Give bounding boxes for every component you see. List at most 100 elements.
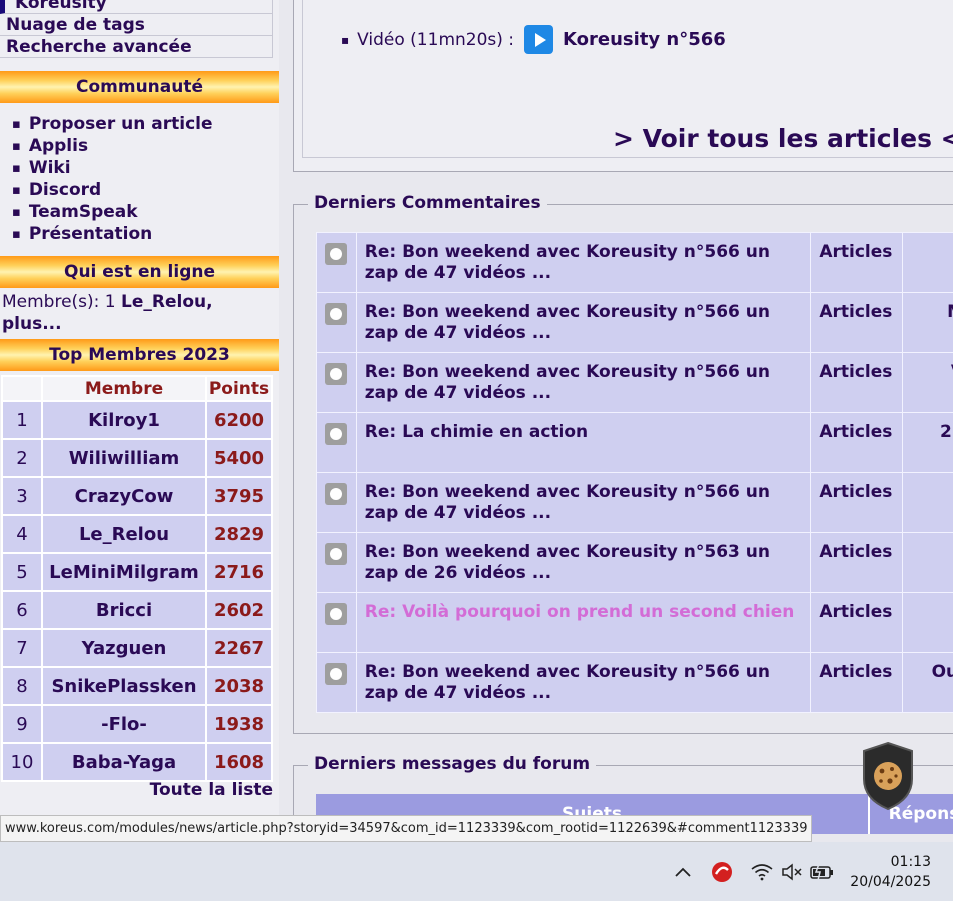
cookie-consent-icon[interactable]: [860, 741, 916, 811]
comment-icon: [325, 363, 348, 385]
table-header-row: Membre Points: [1, 375, 273, 402]
taskbar-clock[interactable]: 01:13 20/04/2025: [850, 852, 931, 892]
table-row: 9 -Flo- 1938: [1, 704, 273, 744]
top-members-title: Top Membres 2023: [0, 339, 279, 371]
points-cell: 6200: [205, 400, 273, 440]
main-content: ▪ Vidéo (11mn20s) : Koreusity n°566 > Vo…: [279, 0, 953, 845]
member-name-link[interactable]: Kilroy1: [41, 400, 207, 440]
member-name-link[interactable]: Wiliwilliam: [41, 438, 207, 478]
comments-box: Derniers Commentaires Re: Bon weekend av…: [293, 193, 953, 734]
wifi-icon[interactable]: [747, 842, 777, 901]
comment-icon-cell: [316, 412, 357, 473]
member-name-link[interactable]: -Flo-: [41, 704, 207, 744]
clock-date: 20/04/2025: [850, 874, 931, 890]
nav-item-advanced-search[interactable]: Recherche avancée: [0, 36, 273, 58]
antivirus-icon[interactable]: [707, 842, 737, 901]
table-row: 2 Wiliwilliam 5400: [1, 438, 273, 478]
top-members-table: Membre Points 1 Kilroy1 6200 2 Wiliwilliam 54…: [1, 375, 273, 782]
rank-cell: 10: [1, 742, 43, 782]
points-cell: 2038: [205, 666, 273, 706]
comment-title-link[interactable]: Re: Bon weekend avec Koreusity n°566 un …: [355, 292, 812, 353]
comment-title-link[interactable]: Re: La chimie en action: [355, 412, 812, 473]
comment-icon: [325, 243, 348, 265]
video-line: ▪ Vidéo (11mn20s) : Koreusity n°566: [341, 25, 726, 54]
nav-item-koreusity[interactable]: Koreusity: [0, 0, 273, 14]
rank-cell: 2: [1, 438, 43, 478]
online-more-link[interactable]: plus...: [2, 314, 62, 334]
comment-title-link[interactable]: Re: Bon weekend avec Koreusity n°566 un …: [355, 472, 812, 533]
comment-category-link[interactable]: Articles: [810, 592, 904, 653]
member-name-link[interactable]: LeMiniMilgram: [41, 552, 207, 592]
rank-cell: 5: [1, 552, 43, 592]
video-label: Vidéo (11mn20s) :: [357, 29, 515, 50]
comment-extra-cell: V: [902, 352, 953, 413]
comment-category-link[interactable]: Articles: [810, 232, 904, 293]
video-title-link[interactable]: Koreusity n°566: [563, 29, 726, 50]
comment-extra-cell: Oui: [902, 652, 953, 713]
community-title: Communauté: [0, 71, 279, 103]
points-cell: 2716: [205, 552, 273, 592]
see-all-articles-link[interactable]: > Voir tous les articles <: [613, 124, 953, 153]
table-row: 7 Yazguen 2267: [1, 628, 273, 668]
bullet-icon: ▪: [341, 32, 350, 47]
member-header: Membre: [41, 375, 207, 402]
nav-item-tag-cloud[interactable]: Nuage de tags: [0, 14, 273, 36]
online-info: Membre(s): 1 Le_Relou, plus...: [2, 291, 272, 335]
comment-title-link[interactable]: Re: Bon weekend avec Koreusity n°566 un …: [355, 652, 812, 713]
comments-body: Re: Bon weekend avec Koreusity n°566 un …: [316, 232, 953, 713]
clock-time: 01:13: [890, 854, 931, 870]
member-name-link[interactable]: SnikePlassken: [41, 666, 207, 706]
comment-icon: [325, 603, 348, 625]
community-item-discord[interactable]: Discord: [12, 179, 213, 201]
community-item-presentation[interactable]: Présentation: [12, 223, 213, 245]
member-name-link[interactable]: Yazguen: [41, 628, 207, 668]
comment-icon-cell: [316, 352, 357, 413]
comment-category-link[interactable]: Articles: [810, 292, 904, 353]
points-cell: 2602: [205, 590, 273, 630]
comment-icon-cell: [316, 472, 357, 533]
member-name-link[interactable]: CrazyCow: [41, 476, 207, 516]
table-row: Re: Bon weekend avec Koreusity n°566 un …: [316, 652, 953, 713]
play-icon[interactable]: [524, 25, 554, 54]
comment-icon-cell: [316, 232, 357, 293]
chevron-up-icon[interactable]: [668, 842, 698, 901]
online-title: Qui est en ligne: [0, 256, 279, 288]
community-item-propose-article[interactable]: Proposer un article: [12, 113, 213, 135]
comment-category-link[interactable]: Articles: [810, 652, 904, 713]
community-item-wiki[interactable]: Wiki: [12, 157, 213, 179]
taskbar: 01:13 20/04/2025: [0, 842, 953, 901]
comment-title-link[interactable]: Re: Bon weekend avec Koreusity n°566 un …: [355, 232, 812, 293]
rank-cell: 3: [1, 476, 43, 516]
rank-cell: 1: [1, 400, 43, 440]
table-row: Re: Bon weekend avec Koreusity n°566 un …: [316, 292, 953, 353]
comment-category-link[interactable]: Articles: [810, 352, 904, 413]
comment-title-link[interactable]: Re: Bon weekend avec Koreusity n°563 un …: [355, 532, 812, 593]
comment-icon: [325, 303, 348, 325]
online-count-label: Membre(s): 1: [2, 292, 116, 312]
full-list-link[interactable]: Toute la liste: [150, 780, 273, 800]
comment-title-link[interactable]: Re: Voilà pourquoi on prend un second ch…: [355, 592, 812, 653]
forum-title: Derniers messages du forum: [308, 754, 597, 774]
community-list: Proposer un article Applis Wiki Discord …: [12, 113, 213, 245]
comment-category-link[interactable]: Articles: [810, 472, 904, 533]
community-item-applis[interactable]: Applis: [12, 135, 213, 157]
member-name-link[interactable]: Le_Relou: [41, 514, 207, 554]
member-name-link[interactable]: Baba-Yaga: [41, 742, 207, 782]
online-member-link[interactable]: Le_Relou,: [121, 292, 213, 312]
points-cell: 3795: [205, 476, 273, 516]
comments-table: Re: Bon weekend avec Koreusity n°566 un …: [316, 232, 953, 713]
comments-title: Derniers Commentaires: [308, 193, 547, 213]
points-cell: 2829: [205, 514, 273, 554]
member-name-link[interactable]: Bricci: [41, 590, 207, 630]
community-item-teamspeak[interactable]: TeamSpeak: [12, 201, 213, 223]
battery-icon[interactable]: [807, 842, 837, 901]
comment-category-link[interactable]: Articles: [810, 412, 904, 473]
table-row: 3 CrazyCow 3795: [1, 476, 273, 516]
comment-category-link[interactable]: Articles: [810, 532, 904, 593]
left-sidebar: Koreusity Nuage de tags Recherche avancé…: [0, 0, 279, 815]
comment-title-link[interactable]: Re: Bon weekend avec Koreusity n°566 un …: [355, 352, 812, 413]
table-row: Re: Bon weekend avec Koreusity n°566 un …: [316, 472, 953, 533]
table-row: Re: La chimie en actionArticles2p: [316, 412, 953, 473]
speaker-muted-icon[interactable]: [777, 842, 807, 901]
rank-cell: 8: [1, 666, 43, 706]
